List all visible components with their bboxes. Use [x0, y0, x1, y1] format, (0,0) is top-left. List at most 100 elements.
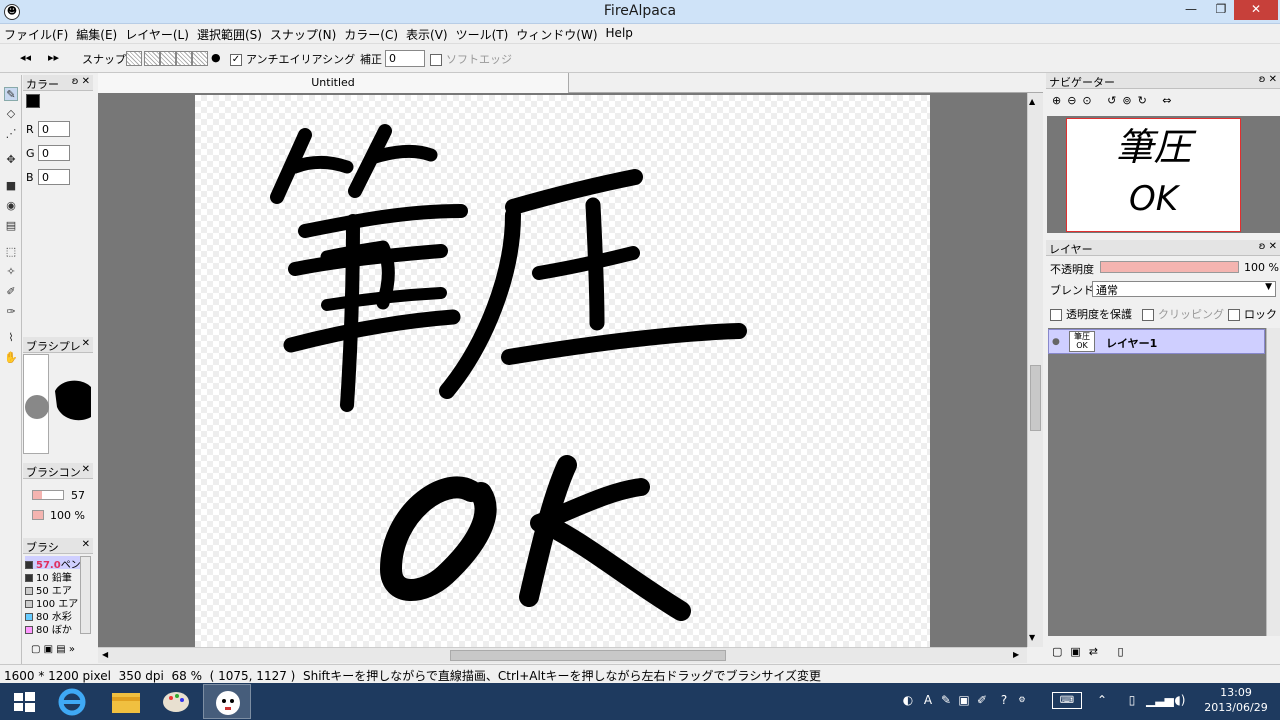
panel-close-icon[interactable]: ʚ ✕ — [72, 76, 90, 87]
status-dpi: 350 dpi — [118, 669, 164, 683]
canvas-vertical-scrollbar[interactable]: ▲ ▼ — [1027, 93, 1043, 647]
internet-explorer-icon[interactable] — [48, 684, 96, 719]
panel-close-icon[interactable]: ✕ — [82, 464, 90, 475]
snap-radial-icon[interactable] — [192, 51, 208, 66]
blend-mode-select[interactable]: 通常 ▼ — [1092, 281, 1276, 297]
volume-icon[interactable]: ◖) — [1172, 692, 1188, 708]
scroll-right-icon[interactable]: ▶ — [1013, 650, 1019, 659]
menu-layer[interactable]: レイヤー(L) — [121, 24, 193, 43]
layer-actions[interactable]: ▢▣⇄ ▯ — [1052, 645, 1132, 658]
tray-icon[interactable]: ⚙ — [1014, 692, 1030, 708]
g-input[interactable]: 0 — [38, 145, 70, 161]
menu-snap[interactable]: スナップ(N) — [266, 24, 340, 43]
lock-checkbox[interactable]: ロック — [1228, 306, 1277, 322]
eraser-tool-icon[interactable]: ◇ — [4, 107, 18, 121]
antialias-label: アンチエイリアシング — [246, 53, 356, 66]
menu-tools[interactable]: ツール(T) — [452, 24, 513, 43]
select-eraser-tool-icon[interactable]: ✑ — [4, 305, 18, 319]
menu-bar: ファイル(F) 編集(E) レイヤー(L) 選択範囲(S) スナップ(N) カラ… — [0, 24, 1280, 43]
show-hidden-icons[interactable]: ⌃ — [1094, 692, 1110, 708]
clipping-checkbox[interactable]: クリッピング — [1142, 306, 1224, 322]
horizontal-scroll-thumb[interactable] — [450, 650, 726, 661]
layer-visibility-icon[interactable]: ● — [1052, 337, 1060, 347]
network-icon[interactable]: ▁▃▅ — [1146, 692, 1174, 708]
maximize-button[interactable]: ❐ — [1206, 0, 1236, 20]
toolbar: ◂◂ ▸▸ スナップ ● ✓ アンチエイリアシング 補正 0 ソフトエッジ — [0, 43, 1280, 73]
layer-list-scrollbar[interactable] — [1266, 328, 1280, 636]
brush-color-swatch — [25, 613, 33, 621]
panel-close-icon[interactable]: ʚ ✕ — [1259, 74, 1277, 85]
start-button[interactable] — [0, 684, 48, 719]
navigator-tools[interactable]: ⊕⊖⊙ ↺⊚↻ ⇔ — [1052, 94, 1178, 107]
foreground-color-swatch[interactable] — [26, 94, 40, 108]
clock[interactable]: 13:09 2013/06/29 — [1200, 685, 1272, 715]
select-tool-icon[interactable]: ⬚ — [4, 245, 18, 259]
scroll-up-icon[interactable]: ▲ — [1029, 97, 1035, 106]
menu-help[interactable]: Help — [602, 24, 637, 43]
document-tab[interactable]: Untitled — [98, 73, 569, 93]
navigator-preview[interactable]: 筆圧 OK — [1066, 118, 1241, 232]
scroll-left-icon[interactable]: ◀ — [102, 650, 108, 659]
prev-icon[interactable]: ◂◂ — [20, 51, 31, 64]
navigator-preview-line1: 筆圧 — [1115, 125, 1192, 169]
brush-size-slider[interactable] — [32, 490, 64, 500]
tray-app-icon[interactable]: ◐ — [900, 692, 916, 708]
pen-tool-icon[interactable]: ✎ — [4, 87, 18, 101]
magic-wand-tool-icon[interactable]: ✧ — [4, 265, 18, 279]
panel-close-icon[interactable]: ✕ — [82, 338, 90, 349]
panel-close-icon[interactable]: ✕ — [82, 539, 90, 550]
menu-edit[interactable]: 編集(E) — [72, 24, 121, 43]
antialias-checkbox[interactable]: ✓ アンチエイリアシング — [230, 51, 355, 67]
brush-size-preview — [23, 354, 49, 454]
battery-icon[interactable]: ▯ — [1124, 692, 1140, 708]
fill-rect-tool-icon[interactable]: ■ — [4, 179, 18, 193]
firealpaca-taskbar-icon[interactable] — [203, 684, 251, 719]
eyedropper-tool-icon[interactable]: ⌇ — [4, 331, 18, 345]
tray-icon[interactable]: ✎ — [938, 692, 954, 708]
layer-name: レイヤー1 — [1106, 337, 1158, 350]
canvas-horizontal-scrollbar[interactable]: ◀ ▶ — [98, 647, 1027, 663]
snap-grid-icon[interactable] — [160, 51, 176, 66]
select-pen-tool-icon[interactable]: ✐ — [4, 285, 18, 299]
paint-icon[interactable] — [152, 684, 200, 719]
brush-stroke-preview — [55, 380, 91, 421]
menu-view[interactable]: 表示(V) — [402, 24, 452, 43]
layer-list[interactable] — [1048, 328, 1266, 636]
file-explorer-icon[interactable] — [102, 684, 150, 719]
navigator-header: ナビゲーター ʚ ✕ — [1046, 73, 1280, 89]
tray-icon[interactable]: ▣ — [956, 692, 972, 708]
r-input[interactable]: 0 — [38, 121, 70, 137]
gradient-tool-icon[interactable]: ▤ — [4, 219, 18, 233]
bucket-tool-icon[interactable]: ◉ — [4, 199, 18, 213]
dot-tool-icon[interactable]: ⋰ — [4, 127, 18, 141]
next-icon[interactable]: ▸▸ — [48, 51, 59, 64]
ime-indicator[interactable]: A — [920, 692, 936, 708]
correction-input[interactable]: 0 — [385, 50, 425, 67]
brush-opacity-slider[interactable] — [32, 510, 44, 520]
layer-opacity-slider[interactable] — [1100, 261, 1239, 273]
panel-close-icon[interactable]: ʚ ✕ — [1259, 241, 1277, 252]
snap-parallel-icon[interactable] — [144, 51, 160, 66]
b-input[interactable]: 0 — [38, 169, 70, 185]
canvas-paper[interactable] — [195, 95, 930, 647]
protect-alpha-checkbox[interactable]: 透明度を保護 — [1050, 306, 1132, 322]
menu-window[interactable]: ウィンドウ(W) — [512, 24, 601, 43]
hand-tool-icon[interactable]: ✋ — [4, 351, 18, 365]
tray-icon[interactable]: ✐ — [974, 692, 990, 708]
snap-cross-icon[interactable] — [176, 51, 192, 66]
touch-keyboard-icon[interactable]: ⌨ — [1052, 692, 1082, 709]
menu-file[interactable]: ファイル(F) — [0, 24, 72, 43]
snap-off-icon[interactable] — [126, 51, 142, 66]
brush-add-icon[interactable]: ▢ ▣ ▤ » — [31, 644, 75, 655]
soft-edge-checkbox[interactable]: ソフトエッジ — [430, 51, 512, 67]
menu-color[interactable]: カラー(C) — [340, 24, 402, 43]
brush-list-scrollbar[interactable] — [80, 556, 91, 634]
minimize-button[interactable]: — — [1176, 0, 1206, 20]
close-button[interactable]: ✕ — [1234, 0, 1278, 20]
help-icon[interactable]: ? — [996, 692, 1012, 708]
move-tool-icon[interactable]: ✥ — [4, 153, 18, 167]
snap-circle-icon[interactable]: ● — [211, 51, 221, 64]
vertical-scroll-thumb[interactable] — [1030, 365, 1041, 431]
scroll-down-icon[interactable]: ▼ — [1029, 633, 1035, 642]
menu-selection[interactable]: 選択範囲(S) — [193, 24, 266, 43]
